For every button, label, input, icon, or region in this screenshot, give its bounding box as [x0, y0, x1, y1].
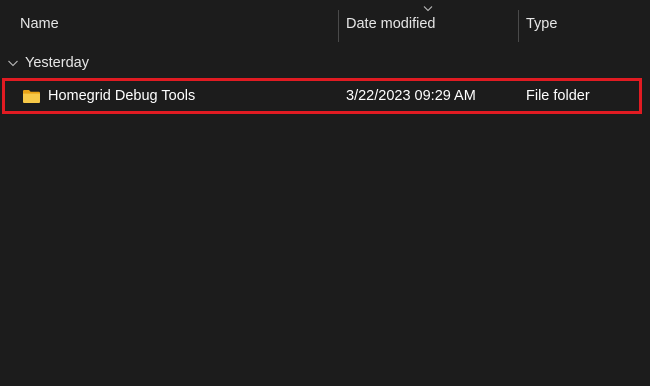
- file-date-modified: 3/22/2023 09:29 AM: [346, 88, 476, 104]
- column-header-name-label: Name: [20, 16, 59, 32]
- group-label: Yesterday: [25, 55, 89, 71]
- sort-descending-icon: [423, 6, 433, 12]
- group-header-yesterday[interactable]: Yesterday: [0, 52, 89, 74]
- file-name: Homegrid Debug Tools: [48, 88, 196, 104]
- file-name-cell[interactable]: Homegrid Debug Tools: [22, 81, 195, 111]
- column-header-type-label: Type: [526, 16, 558, 32]
- column-header-bar: Name Date modified Type: [0, 0, 650, 48]
- file-row-homegrid-debug-tools[interactable]: Homegrid Debug Tools 3/22/2023 09:29 AM …: [2, 78, 642, 114]
- file-type: File folder: [526, 88, 590, 104]
- column-header-date-modified-label: Date modified: [346, 16, 436, 32]
- chevron-down-icon[interactable]: [7, 57, 19, 69]
- column-header-type[interactable]: Type: [519, 0, 650, 48]
- column-header-name[interactable]: Name: [0, 0, 338, 48]
- folder-icon: [23, 89, 40, 103]
